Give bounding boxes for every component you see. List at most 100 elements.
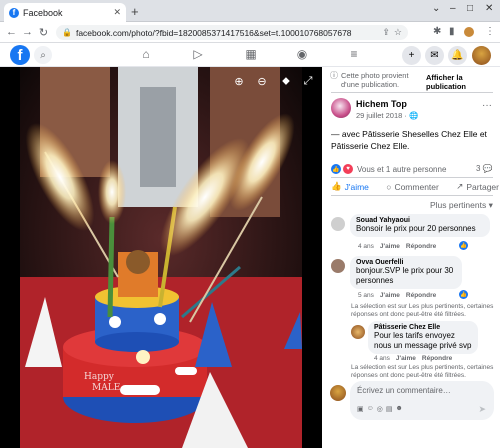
commenter-avatar[interactable] [331,259,345,273]
comment-like-link[interactable]: J'aime [396,355,416,362]
comment-meta: 4 ans J'aime Répondre [358,243,436,250]
comment-reply-link[interactable]: Répondre [406,243,436,250]
send-icon[interactable]: ➤ [478,404,486,415]
more-options-icon[interactable]: ··· [482,100,492,111]
commenter-avatar[interactable] [331,217,345,231]
forward-icon[interactable]: → [20,26,35,38]
globe-icon: 🌐 [408,111,419,120]
like-button[interactable]: 👍 J'aime [331,181,369,192]
messenger-icon[interactable]: ✉ [425,46,444,65]
share-icon[interactable]: ⇪ [382,27,390,38]
sticker-icon[interactable]: ▣ [357,405,364,413]
post-date[interactable]: 29 juillet 2018 · 🌐 [356,111,418,120]
reactions-text: Vous et 1 autre personne [357,164,447,174]
comment-like-link[interactable]: J'aime [380,292,400,299]
comment-input[interactable]: Écrivez un commentaire… [357,386,451,395]
close-window-icon[interactable]: ✕ [485,3,493,14]
browser-tab[interactable]: f Facebook ✕ [4,3,126,22]
comment-sort-dropdown[interactable]: Plus pertinents ▾ [430,200,493,211]
back-icon[interactable]: ← [4,26,19,38]
facebook-favicon-icon: f [9,7,19,18]
lock-icon[interactable]: 🔒 [62,28,72,37]
profile-avatar[interactable] [464,27,474,37]
comment-time[interactable]: 4 ans [358,243,374,250]
notifications-icon[interactable]: 🔔 [448,46,467,65]
tab-close-icon[interactable]: ✕ [113,7,121,18]
commenter-name[interactable]: Pâtisserie Chez Elle [374,324,472,331]
reload-icon[interactable]: ↻ [36,26,51,39]
account-avatar[interactable] [472,46,491,65]
marketplace-icon[interactable]: ▦ [243,47,259,61]
url-text[interactable]: facebook.com/photo/?fbid=182008537141751… [76,28,378,38]
post-caption: — avec Pâtisserie Sheselles Chez Elle et… [331,129,487,151]
filtered-replies-notice: La sélection est sur Les plus pertinents… [351,303,494,318]
address-toolbar: ← → ↻ 🔒 facebook.com/photo/?fbid=1820085… [0,22,500,43]
divider [331,92,493,93]
comment-count[interactable]: 3 💬 [476,164,493,173]
page-avatar[interactable] [351,325,365,339]
poster-name[interactable]: Hichem Top [356,99,407,109]
comment-bubble: Ovva Ouerfelli bonjour.SVP le prix pour … [350,256,462,289]
maximize-icon[interactable]: □ [467,3,473,14]
comment-time[interactable]: 5 ans [358,292,374,299]
search-icon[interactable]: ⌕ [34,46,52,64]
home-icon[interactable]: ⌂ [138,47,154,61]
comment-button[interactable]: ○ Commenter [386,181,439,192]
comment-like-link[interactable]: J'aime [380,243,400,250]
tag-icon[interactable]: ⬥ [278,75,294,91]
commenter-name[interactable]: Souad Yahyaoui [356,217,484,224]
sidebar-icon[interactable]: ▮ [449,26,455,37]
show-post-button[interactable]: Afficher la publication [426,73,500,91]
gif-icon[interactable]: ▤ [386,405,393,413]
browser-menu-icon[interactable]: ⋮ [485,26,495,37]
post-actions: 👍 J'aime ○ Commenter ↗ Partager [331,181,499,192]
avatar-sticker-icon[interactable]: ☻ [396,405,403,413]
plus-icon[interactable]: + [402,46,421,65]
party-photo: Happy MALE [0,67,322,448]
comment-like-badge-icon: 👍 [459,241,468,250]
comment-reply-link[interactable]: Répondre [406,292,436,299]
chevron-down-icon: ▾ [488,200,493,210]
minimize-icon[interactable]: – [450,3,456,14]
cake-text-name: MALE [92,383,120,393]
camera-icon[interactable]: ◎ [377,405,383,413]
new-tab-icon[interactable]: + [131,4,139,19]
tab-title: Facebook [23,7,63,18]
divider [331,177,493,178]
bookmark-star-icon[interactable]: ☆ [394,27,402,38]
cake-text-happy: Happy [84,372,115,382]
zoom-in-icon[interactable]: ⊕ [231,75,247,91]
facebook-logo[interactable]: f [10,45,30,65]
menu-icon[interactable]: ≡ [346,47,362,61]
chevron-down-icon[interactable]: ⌄ [432,3,440,14]
love-reaction-icon: ♥ [343,164,353,174]
photo-source-notice: ⓘ Cette photo provient d'une publication… [330,71,414,89]
composer-tools: ▣ ☺ ◎ ▤ ☻ [357,405,403,413]
fullscreen-icon[interactable]: ⤢ [300,75,316,91]
browser-tab-bar: f Facebook ✕ + ⌄ – □ ✕ [0,0,500,22]
photo-viewer: Happy MALE ⊕ ⊖ ⬥ ⤢ [0,67,322,448]
emoji-icon[interactable]: ☺ [367,405,374,413]
commenter-name[interactable]: Ovva Ouerfelli [356,259,456,266]
address-bar[interactable]: 🔒 facebook.com/photo/?fbid=1820085371417… [56,25,408,40]
composer-avatar[interactable] [330,385,346,401]
share-arrow-icon: ↗ [456,181,464,191]
comment-bubble: Pâtisserie Chez Elle Pour les tarifs env… [368,321,478,354]
comment-composer[interactable]: Écrivez un commentaire… ▣ ☺ ◎ ▤ ☻ ➤ [350,381,494,420]
comment-time[interactable]: 4 ans [374,355,390,362]
comment-reply-link[interactable]: Répondre [422,355,452,362]
share-button[interactable]: ↗ Partager [456,181,499,192]
comment-meta: 4 ans J'aime Répondre [374,355,452,362]
info-icon: ⓘ [330,71,338,80]
filtered-replies-notice: La sélection est sur Les plus pertinents… [351,364,494,379]
divider [331,195,493,196]
poster-avatar[interactable] [331,98,351,118]
facebook-header: f ⌕ ⌂ ▷ ▦ ◉ ≡ + ✉ 🔔 [0,43,500,67]
groups-icon[interactable]: ◉ [294,47,310,61]
zoom-out-icon[interactable]: ⊖ [254,75,270,91]
notice-text: Cette photo provient d'une publication. [341,71,409,89]
extensions-icon[interactable]: ✱ [433,26,441,37]
reaction-summary[interactable]: 👍 ♥ Vous et 1 autre personne [331,164,446,174]
comment-text: bonjour.SVP le prix pour 30 personnes [356,266,454,285]
watch-icon[interactable]: ▷ [190,47,206,61]
